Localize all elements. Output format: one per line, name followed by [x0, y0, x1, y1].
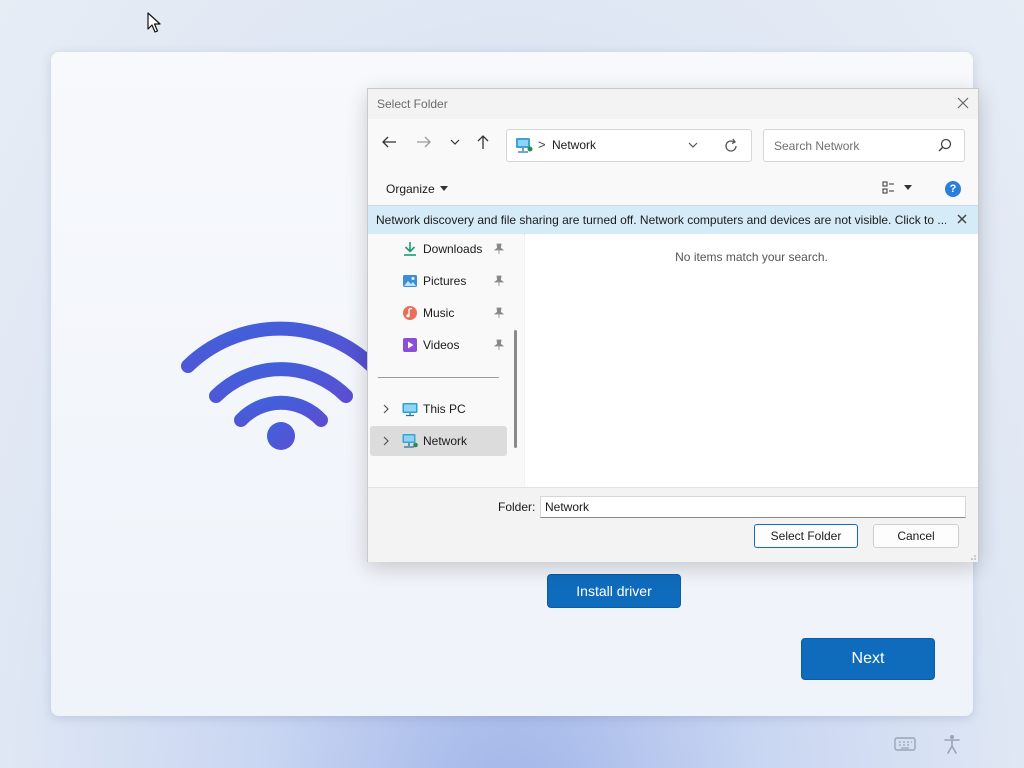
search-input[interactable]: [772, 136, 936, 156]
back-arrow-icon[interactable]: [380, 133, 398, 151]
caret-down-icon: [904, 185, 912, 190]
infobar-message[interactable]: Network discovery and file sharing are t…: [376, 213, 946, 227]
mouse-cursor-icon: [147, 12, 161, 33]
breadcrumb-location[interactable]: Network: [552, 138, 596, 152]
videos-icon: [403, 338, 417, 352]
search-icon[interactable]: [938, 138, 952, 152]
pin-icon: [494, 307, 504, 318]
recent-locations-chevron-icon[interactable]: [446, 133, 464, 151]
nav-item-label: Pictures: [423, 274, 467, 288]
pc-icon: [402, 403, 418, 417]
keyboard-icon[interactable]: [894, 736, 916, 752]
network-icon: [402, 434, 418, 448]
chevron-right-icon[interactable]: [382, 404, 390, 414]
select-folder-button[interactable]: Select Folder: [754, 524, 858, 548]
breadcrumb-separator: >: [538, 137, 546, 152]
wifi-icon: [181, 321, 379, 450]
dialog-title: Select Folder: [377, 97, 448, 111]
navigation-bar: > Network: [368, 119, 978, 165]
folder-label: Folder:: [498, 500, 536, 514]
change-view-button[interactable]: [882, 181, 912, 195]
nav-item-label: Downloads: [423, 242, 483, 256]
next-button[interactable]: Next: [801, 638, 935, 680]
music-icon: [403, 306, 417, 320]
dialog-titlebar: Select Folder: [368, 89, 978, 119]
pictures-icon: [403, 275, 417, 287]
organize-label: Organize: [386, 182, 435, 196]
address-dropdown-chevron-icon[interactable]: [687, 139, 699, 151]
nav-item-label: This PC: [423, 402, 466, 416]
cancel-button[interactable]: Cancel: [873, 524, 959, 548]
nav-divider: [378, 377, 499, 378]
close-icon[interactable]: [956, 96, 970, 110]
pin-icon: [494, 339, 504, 350]
search-box[interactable]: [763, 129, 965, 162]
address-bar[interactable]: > Network: [506, 129, 752, 162]
refresh-icon[interactable]: [723, 138, 739, 154]
forward-arrow-icon[interactable]: [415, 133, 433, 151]
up-arrow-icon[interactable]: [474, 133, 492, 151]
nav-item-label: Music: [423, 306, 455, 320]
folder-name-field[interactable]: [540, 496, 966, 518]
nav-item-label: Videos: [423, 338, 460, 352]
pin-icon: [494, 275, 504, 286]
organize-menu-button[interactable]: Organize: [386, 182, 448, 196]
nav-item-music[interactable]: Music: [370, 298, 507, 328]
install-driver-button[interactable]: Install driver: [547, 574, 681, 608]
dismiss-infobar-icon[interactable]: [956, 213, 968, 225]
pin-icon: [494, 243, 504, 254]
nav-pane-scrollbar[interactable]: [514, 330, 517, 448]
nav-item-videos[interactable]: Videos: [370, 330, 507, 360]
navigation-pane: Downloads Pictures Music Videos This PC …: [368, 234, 524, 487]
resize-grip-icon[interactable]: [968, 552, 976, 560]
empty-state-message: No items match your search.: [675, 250, 828, 264]
file-list-pane[interactable]: No items match your search.: [525, 234, 978, 487]
nav-item-label: Network: [423, 434, 468, 448]
network-discovery-infobar[interactable]: Network discovery and file sharing are t…: [368, 205, 978, 235]
nav-item-pictures[interactable]: Pictures: [370, 266, 507, 296]
caret-down-icon: [439, 186, 448, 191]
nav-item-this-pc[interactable]: This PC: [370, 394, 507, 424]
help-icon[interactable]: ?: [945, 181, 961, 197]
command-bar: Organize ?: [368, 165, 978, 205]
chevron-right-icon[interactable]: [382, 436, 390, 446]
dialog-footer: Folder: Select Folder Cancel: [368, 487, 978, 562]
select-folder-dialog: Select Folder > Network Search Network O…: [367, 88, 979, 562]
nav-item-network[interactable]: Network: [370, 426, 507, 456]
network-icon: [516, 138, 533, 153]
accessibility-icon[interactable]: [942, 734, 962, 754]
nav-item-downloads[interactable]: Downloads: [370, 234, 507, 264]
view-options-icon: [882, 181, 894, 194]
download-icon: [404, 242, 416, 256]
